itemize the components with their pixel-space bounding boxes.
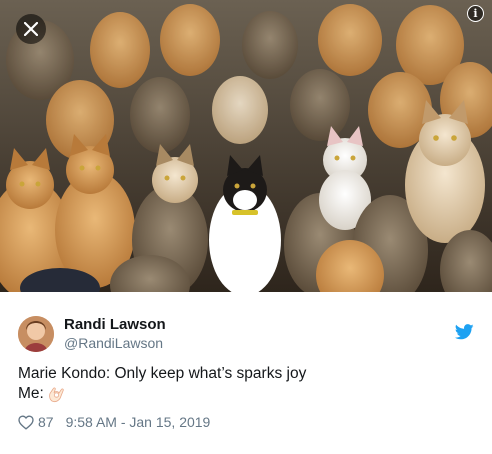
avatar-image <box>18 316 54 352</box>
info-button[interactable]: i <box>467 5 484 22</box>
tweet-line-1: Marie Kondo: Only keep what’s sparks joy <box>18 365 307 382</box>
tweet-meta: 87 9:58 AM - Jan 15, 2019 <box>18 414 474 430</box>
like-count[interactable]: 87 <box>38 414 54 430</box>
timestamp[interactable]: 9:58 AM - Jan 15, 2019 <box>66 414 211 430</box>
author-names: Randi Lawson @RandiLawson <box>64 316 166 352</box>
tweet-card: i Randi Lawson @RandiLawson Marie Kondo:… <box>0 0 492 454</box>
display-name[interactable]: Randi Lawson <box>64 316 166 334</box>
close-icon <box>24 22 38 36</box>
tweet-line-2-text: Me: <box>18 385 44 402</box>
tweet-text: Marie Kondo: Only keep what’s sparks joy… <box>18 364 474 404</box>
tweet-body: Randi Lawson @RandiLawson Marie Kondo: O… <box>0 304 492 430</box>
tweet-line-2: Me: <box>18 384 474 404</box>
avatar[interactable] <box>18 316 54 352</box>
ok-hand-emoji-icon <box>49 387 64 403</box>
twitter-bird-icon[interactable] <box>455 324 474 340</box>
cats-image <box>0 0 492 292</box>
close-button[interactable] <box>16 14 46 44</box>
tweet-photo[interactable]: i <box>0 0 492 292</box>
heart-icon[interactable] <box>18 414 34 430</box>
handle[interactable]: @RandiLawson <box>64 334 166 352</box>
info-icon: i <box>473 7 478 20</box>
author-block[interactable]: Randi Lawson @RandiLawson <box>18 304 474 364</box>
